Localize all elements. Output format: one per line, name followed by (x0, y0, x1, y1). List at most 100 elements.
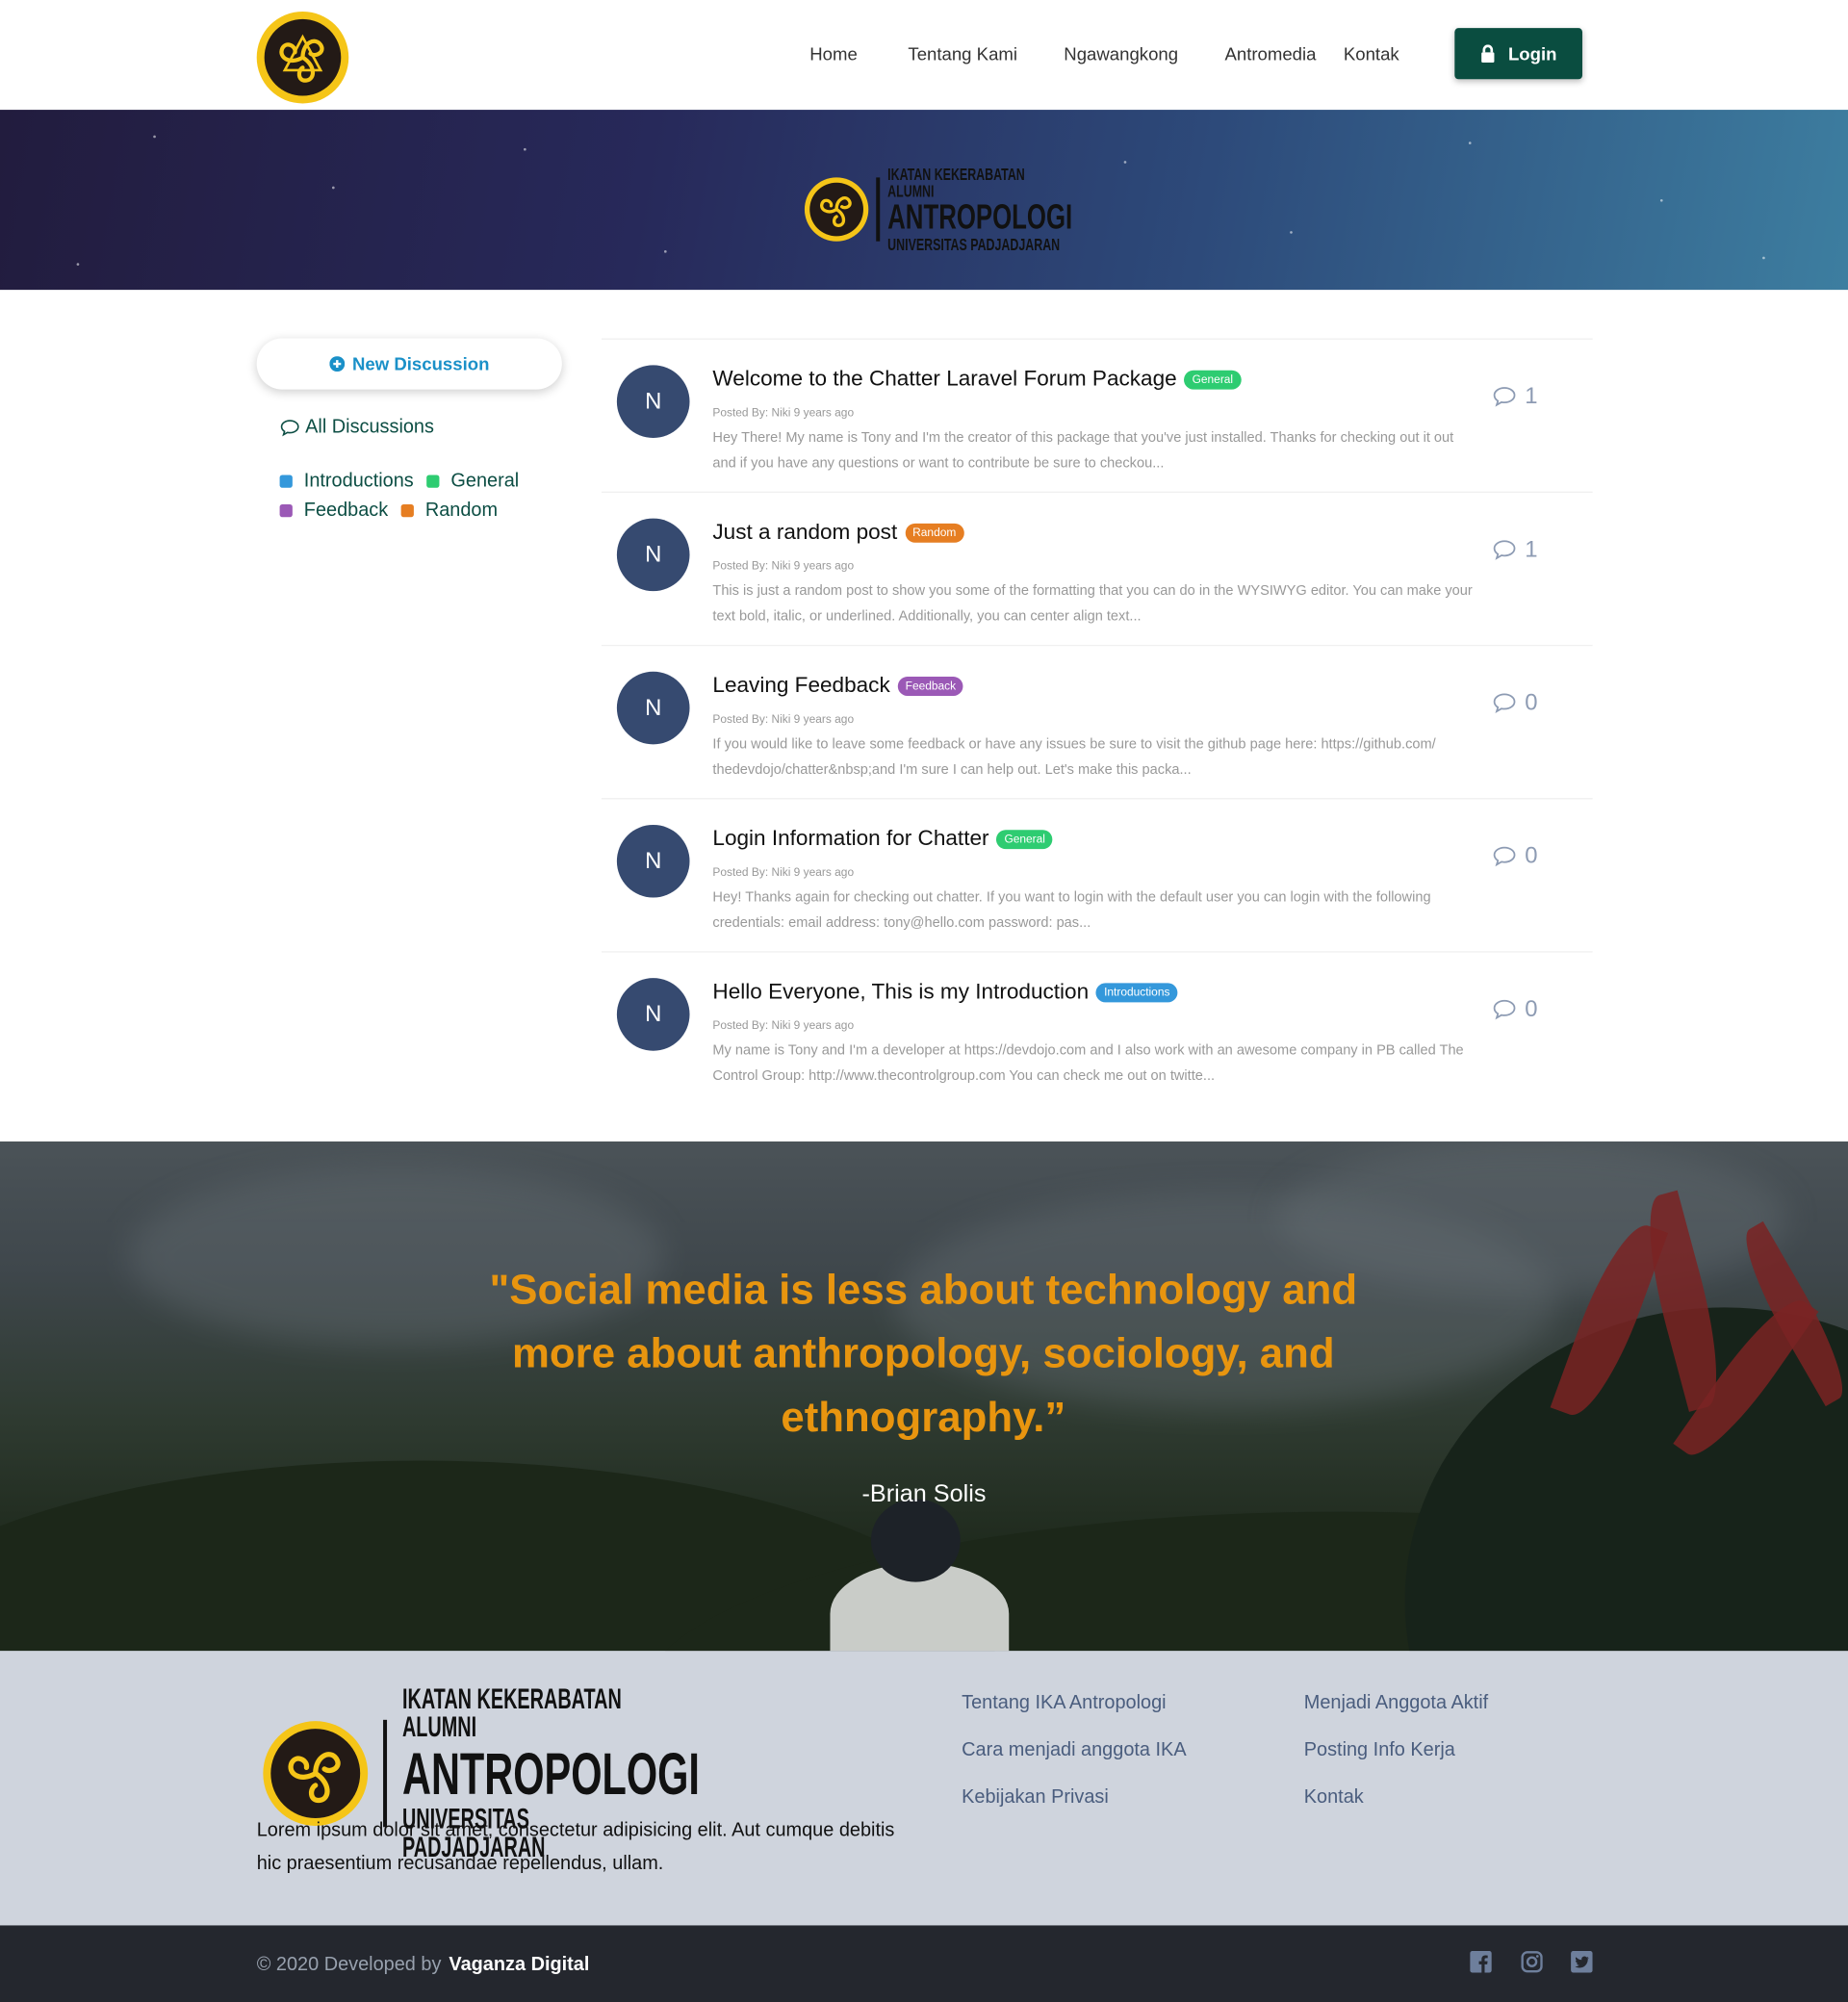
comment-icon (1493, 387, 1516, 407)
category-badge: General (996, 829, 1053, 849)
comment-icon (1493, 693, 1516, 714)
brand-line1: IKATAN KEKERABATAN ALUMNI (887, 165, 1025, 201)
nav-ngawangkong[interactable]: Ngawangkong (1064, 43, 1178, 64)
posted-by: Posted By: Niki 9 years ago (712, 1018, 855, 1032)
posted-by: Posted By: Niki 9 years ago (712, 559, 855, 573)
site-header: Home Tentang Kami Ngawangkong Antromedia… (0, 0, 1848, 111)
nav-tentang-kami[interactable]: Tentang Kami (908, 43, 1017, 64)
discussion-row[interactable]: N Login Information for Chatter General P… (601, 798, 1593, 951)
site-logo[interactable] (256, 11, 349, 104)
avatar: N (616, 824, 690, 898)
facebook-icon[interactable] (1470, 1950, 1492, 1973)
discussion-excerpt: Hey! Thanks again for checking out chatt… (712, 889, 1431, 931)
nav-home[interactable]: Home (809, 43, 858, 64)
quote-author: -Brian Solis (861, 1480, 987, 1508)
lock-icon (1481, 44, 1495, 63)
footer-link-cara-menjadi[interactable]: Cara menjadi anggota IKA (962, 1739, 1186, 1761)
developer-link[interactable]: Vaganza Digital (449, 1954, 589, 1976)
comment-count-value: 1 (1525, 382, 1538, 409)
comment-icon (1493, 999, 1516, 1020)
discussion-excerpt: This is just a random post to show you s… (712, 583, 1473, 625)
comment-count: 0 (1492, 996, 1538, 1023)
login-label: Login (1507, 43, 1557, 64)
brand-divider (383, 1719, 388, 1828)
discussion-row[interactable]: N Leaving Feedback Feedback Posted By: Ni… (601, 644, 1593, 798)
category-badge: General (1184, 370, 1242, 389)
comment-count: 0 (1492, 843, 1538, 870)
brand-line3: UNIVERSITAS PADJADJARAN (887, 235, 1061, 254)
discussion-row[interactable]: N Just a random post Random Posted By: Ni… (601, 491, 1593, 645)
login-button[interactable]: Login (1454, 28, 1583, 80)
category-label: Feedback (303, 499, 389, 522)
category-introductions[interactable]: Introductions (279, 470, 414, 492)
category-badge: Introductions (1096, 982, 1178, 1002)
category-random[interactable]: Random (400, 499, 499, 522)
discussion-list: N Welcome to the Chatter Laravel Forum P… (601, 338, 1593, 1105)
all-discussions-label: All Discussions (305, 416, 434, 438)
discussion-title[interactable]: Leaving Feedback (712, 673, 889, 699)
comment-count: 1 (1492, 383, 1538, 410)
discussion-title[interactable]: Welcome to the Chatter Laravel Forum Pac… (712, 367, 1176, 393)
comment-icon (280, 419, 299, 436)
comment-count: 0 (1492, 689, 1538, 716)
brand-line2: ANTROPOLOGI (887, 197, 1073, 237)
category-label: Introductions (303, 470, 414, 492)
category-color-dot (400, 503, 414, 517)
new-discussion-label: New Discussion (351, 353, 490, 374)
all-discussions-link[interactable]: All Discussions (280, 416, 434, 438)
plus-circle-icon (329, 356, 346, 372)
hero-logo: IKATAN KEKERABATAN ALUMNI ANTROPOLOGI UN… (804, 165, 1130, 254)
category-label: Random (424, 499, 499, 522)
posted-by: Posted By: Niki 9 years ago (712, 865, 855, 879)
avatar: N (616, 365, 690, 438)
footer-description: Lorem ipsum dolor sit amet, consectetur … (256, 1819, 895, 1875)
discussion-title[interactable]: Login Information for Chatter (712, 826, 988, 852)
category-feedback[interactable]: Feedback (279, 499, 389, 522)
discussion-excerpt: If you would like to leave some feedback… (712, 736, 1436, 778)
discussion-title[interactable]: Just a random post (712, 520, 897, 546)
nav-kontak[interactable]: Kontak (1344, 43, 1399, 64)
discussion-title[interactable]: Hello Everyone, This is my Introduction (712, 979, 1089, 1005)
quote-text: "Social media is less about technology a… (489, 1265, 1358, 1441)
avatar: N (616, 978, 690, 1051)
comment-icon (1493, 540, 1516, 560)
triskelion-logo-icon (804, 177, 869, 242)
category-color-dot (426, 474, 440, 488)
avatar: N (616, 518, 690, 592)
category-color-dot (279, 503, 293, 517)
triskelion-logo-icon (256, 11, 349, 104)
instagram-icon[interactable] (1521, 1951, 1543, 1973)
category-label: General (450, 470, 520, 492)
new-discussion-button[interactable]: New Discussion (256, 338, 562, 390)
discussion-excerpt: Hey There! My name is Tony and I'm the c… (712, 430, 1454, 471)
footer-link-kebijakan[interactable]: Kebijakan Privasi (962, 1786, 1109, 1809)
avatar: N (616, 671, 690, 745)
comment-icon (1493, 846, 1516, 867)
discussion-row[interactable]: N Welcome to the Chatter Laravel Forum P… (601, 338, 1593, 492)
category-badge: Random (905, 523, 964, 543)
footer-link-tentang[interactable]: Tentang IKA Antropologi (962, 1692, 1166, 1714)
twitter-icon[interactable] (1571, 1950, 1593, 1973)
comment-count-value: 1 (1525, 536, 1538, 562)
copyright-text: © 2020 Developed by (256, 1953, 442, 1976)
footer-link-kontak[interactable]: Kontak (1304, 1786, 1364, 1809)
category-color-dot (279, 474, 293, 488)
posted-by: Posted By: Niki 9 years ago (712, 405, 855, 420)
brand-divider (876, 177, 881, 242)
comment-count-value: 0 (1525, 995, 1538, 1022)
triskelion-logo-icon (263, 1721, 369, 1826)
nav-antromedia[interactable]: Antromedia (1224, 43, 1316, 64)
posted-by: Posted By: Niki 9 years ago (712, 712, 855, 726)
discussion-excerpt: My name is Tony and I'm a developer at h… (712, 1042, 1464, 1084)
category-general[interactable]: General (426, 470, 519, 492)
brand-line1: IKATAN KEKERABATAN ALUMNI (401, 1682, 622, 1743)
comment-count-value: 0 (1525, 689, 1538, 715)
comment-count: 1 (1492, 536, 1538, 563)
discussion-row[interactable]: N Hello Everyone, This is my Introductio… (601, 951, 1593, 1104)
category-badge: Feedback (897, 676, 964, 696)
comment-count-value: 0 (1525, 842, 1538, 869)
footer-link-info-kerja[interactable]: Posting Info Kerja (1304, 1739, 1455, 1761)
brand-line2: ANTROPOLOGI (401, 1740, 700, 1808)
footer-link-anggota-aktif[interactable]: Menjadi Anggota Aktif (1304, 1692, 1488, 1714)
hero-brand-text: IKATAN KEKERABATAN ALUMNI ANTROPOLOGI UN… (887, 165, 1073, 254)
